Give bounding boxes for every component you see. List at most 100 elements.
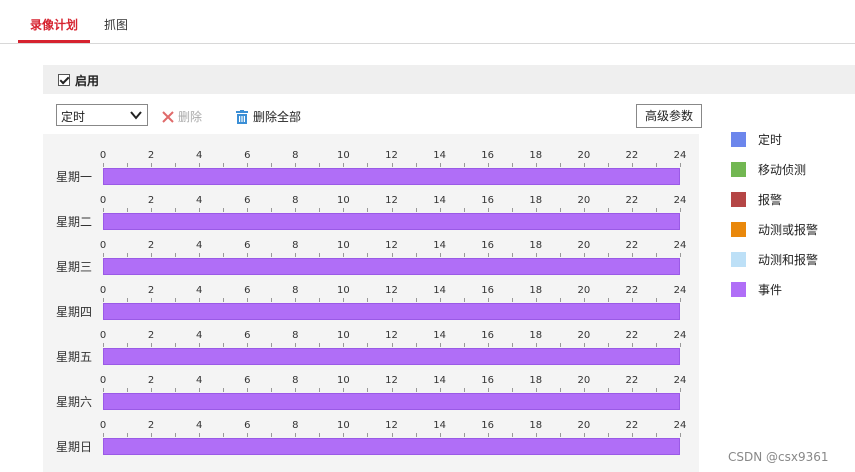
- hour-tick-label: 18: [529, 195, 543, 206]
- hour-tick-label: 16: [481, 240, 495, 251]
- legend-item[interactable]: 报警: [731, 191, 782, 208]
- hour-tick-mark: [175, 433, 177, 437]
- hour-tick-mark: [367, 208, 369, 212]
- legend-item[interactable]: 事件: [731, 281, 782, 298]
- hour-tick-mark: [631, 298, 633, 302]
- hour-tick-mark: [319, 433, 321, 437]
- hour-tick-mark: [583, 163, 585, 167]
- day-row: 0 2 4 6 8 10 12 14 16 18 20 22 24 星期二: [43, 179, 699, 230]
- hour-tick-mark: [127, 433, 129, 437]
- legend-label: 事件: [758, 283, 783, 297]
- hour-tick-label: 10: [337, 330, 350, 341]
- hour-tick-label: 16: [481, 150, 495, 161]
- hour-tick-mark: [391, 163, 393, 167]
- legend-item[interactable]: 动测和报警: [731, 251, 818, 268]
- hour-tick-mark: [680, 343, 681, 347]
- advanced-params-button[interactable]: 高级参数: [636, 104, 702, 128]
- hour-tick-label: 14: [433, 420, 446, 431]
- legend-label: 动测或报警: [758, 223, 819, 237]
- day-row: 0 2 4 6 8 10 12 14 16 18 20 22 24 星期三: [43, 224, 699, 275]
- hour-tick-mark: [367, 343, 369, 347]
- hour-tick-mark: [151, 298, 153, 302]
- chevron-down-icon: [130, 111, 142, 120]
- hour-tick-mark: [295, 343, 297, 347]
- hour-tick-mark: [343, 343, 345, 347]
- delete-button-label: 删除: [178, 110, 203, 124]
- hour-tick-label: 14: [433, 330, 446, 341]
- legend-item[interactable]: 定时: [731, 131, 782, 148]
- hour-tick-mark: [271, 208, 273, 212]
- hour-tick-mark: [367, 433, 369, 437]
- hour-tick-mark: [607, 343, 609, 347]
- hour-tick-label: 0: [99, 285, 107, 296]
- tab-record-schedule[interactable]: 录像计划: [30, 16, 78, 33]
- hour-tick-mark: [415, 433, 417, 437]
- hour-tick-label: 24: [673, 330, 687, 341]
- hour-tick-mark: [319, 388, 321, 392]
- hour-tick-mark: [127, 253, 129, 257]
- hour-tick-mark: [655, 163, 657, 167]
- hour-tick-mark: [343, 163, 345, 167]
- legend-item[interactable]: 动测或报警: [731, 221, 818, 238]
- hour-tick-mark: [247, 298, 249, 302]
- hour-tick-mark: [103, 253, 104, 257]
- day-row: 0 2 4 6 8 10 12 14 16 18 20 22 24 星期五: [43, 314, 699, 365]
- hour-tick-mark: [199, 388, 201, 392]
- hour-tick-mark: [151, 208, 153, 212]
- hour-tick-label: 2: [147, 195, 155, 206]
- hour-tick-mark: [511, 298, 513, 302]
- hour-tick-mark: [247, 163, 249, 167]
- close-icon: [162, 110, 174, 123]
- legend-label: 移动侦测: [758, 163, 807, 177]
- hour-tick-mark: [391, 343, 393, 347]
- hour-tick-mark: [295, 208, 297, 212]
- hour-tick-label: 22: [625, 240, 639, 251]
- tab-capture[interactable]: 抓图: [104, 16, 128, 33]
- legend-item[interactable]: 移动侦测: [731, 161, 806, 178]
- record-type-select-value: 定时: [61, 110, 86, 124]
- hour-tick-mark: [151, 388, 153, 392]
- hour-tick-label: 8: [292, 375, 299, 386]
- hour-tick-mark: [367, 298, 369, 302]
- hour-tick-mark: [367, 163, 369, 167]
- delete-button[interactable]: 删除: [162, 108, 202, 125]
- hour-tick-label: 18: [529, 285, 543, 296]
- enable-checkbox[interactable]: [58, 74, 70, 86]
- hour-tick-label: 0: [99, 240, 107, 251]
- hour-tick-label: 24: [673, 420, 687, 431]
- hour-tick-label: 14: [433, 285, 446, 296]
- hour-tick-mark: [391, 388, 393, 392]
- hour-tick-mark: [103, 163, 104, 167]
- hour-tick-mark: [463, 388, 465, 392]
- schedule-bar[interactable]: [103, 438, 680, 455]
- hour-tick-label: 2: [147, 330, 155, 341]
- hour-tick-mark: [319, 163, 321, 167]
- hour-tick-label: 0: [99, 330, 107, 341]
- hour-tick-mark: [655, 253, 657, 257]
- hour-tick-mark: [391, 253, 393, 257]
- hour-tick-mark: [199, 298, 201, 302]
- hour-tick-mark: [271, 298, 273, 302]
- hour-tick-label: 16: [481, 195, 495, 206]
- hour-tick-label: 0: [99, 375, 107, 386]
- hour-tick-mark: [583, 388, 585, 392]
- hour-tick-mark: [463, 298, 465, 302]
- legend-label: 定时: [758, 133, 783, 147]
- hour-tick-mark: [127, 208, 129, 212]
- hour-tick-mark: [223, 433, 225, 437]
- hour-tick-mark: [487, 433, 489, 437]
- schedule-grid: 0 2 4 6 8 10 12 14 16 18 20 22 24 星期一 0 2 4 6 8 10 12 14 16 18 2…: [43, 134, 699, 472]
- hour-tick-label: 22: [625, 150, 639, 161]
- legend-swatch: [731, 192, 746, 207]
- hour-tick-mark: [511, 163, 513, 167]
- hour-tick-mark: [535, 298, 537, 302]
- hour-tick-mark: [607, 163, 609, 167]
- delete-all-button[interactable]: 删除全部: [235, 108, 301, 125]
- hour-tick-label: 4: [195, 195, 203, 206]
- hour-tick-mark: [439, 343, 441, 347]
- hour-tick-mark: [631, 343, 633, 347]
- hour-tick-mark: [487, 163, 489, 167]
- hour-tick-mark: [607, 253, 609, 257]
- record-type-select[interactable]: 定时: [56, 104, 148, 126]
- hour-tick-mark: [295, 433, 297, 437]
